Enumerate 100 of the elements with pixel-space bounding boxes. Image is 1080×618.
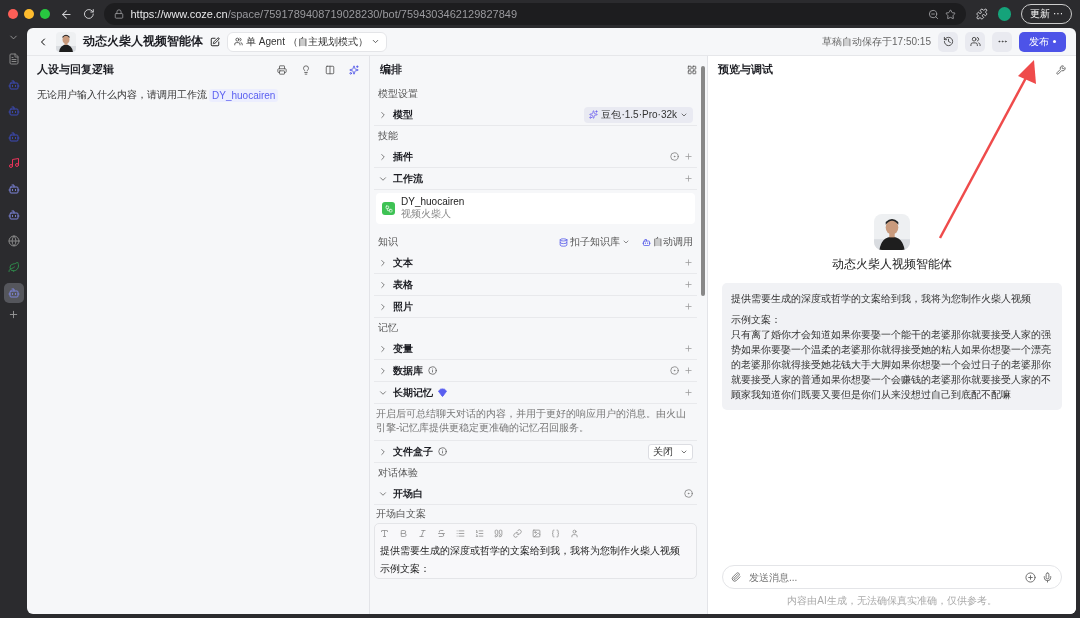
row-label: 模型: [393, 107, 413, 122]
add-icon[interactable]: [684, 366, 693, 375]
row-label: 插件: [393, 149, 413, 164]
section-row[interactable]: 文本: [374, 252, 697, 274]
expand-chevron-icon[interactable]: [378, 257, 388, 268]
row-label: 长期记忆: [393, 385, 433, 400]
workflow-description: 视频火柴人: [401, 207, 452, 221]
add-icon[interactable]: [684, 344, 693, 353]
section-title: 记忆: [378, 321, 398, 335]
add-icon[interactable]: [684, 280, 693, 289]
maximize-window-button[interactable]: [40, 9, 50, 19]
knowledge-source-select[interactable]: 扣子知识库: [559, 235, 630, 249]
workflow-icon: [382, 202, 395, 215]
message-input[interactable]: 发送消息...: [747, 570, 1019, 584]
dot-icon: [1053, 40, 1056, 44]
file-box-select[interactable]: 关闭: [648, 443, 693, 460]
auto-call-icon[interactable]: [684, 489, 693, 498]
profile-avatar[interactable]: [997, 7, 1012, 21]
expand-chevron-icon[interactable]: [378, 151, 388, 162]
format-icon[interactable]: [494, 528, 503, 538]
attach-icon[interactable]: [731, 572, 741, 582]
bookmark-star-icon[interactable]: [944, 8, 956, 20]
opening-text-editor[interactable]: 提供需要生成的深度或哲学的文案给到我，我将为您制作火柴人视频 示例文案：: [374, 523, 697, 579]
model-select[interactable]: 豆包·1.5·Pro·32k: [584, 106, 693, 123]
zoom-out-icon[interactable]: [927, 8, 939, 20]
expand-chevron-icon[interactable]: [378, 279, 388, 290]
auto-call-icon[interactable]: [670, 152, 679, 161]
publish-button[interactable]: 发布: [1019, 31, 1066, 52]
format-icon[interactable]: [418, 528, 427, 538]
section-row[interactable]: 数据库: [374, 360, 697, 382]
format-icon[interactable]: [380, 528, 389, 538]
expand-chevron-icon[interactable]: [378, 343, 388, 354]
close-window-button[interactable]: [8, 9, 18, 19]
print-icon[interactable]: [277, 65, 287, 75]
section-row[interactable]: 表格: [374, 274, 697, 296]
section-row[interactable]: 照片: [374, 296, 697, 318]
add-icon[interactable]: [684, 174, 693, 183]
panel-title: 人设与回复逻辑: [37, 63, 114, 77]
add-icon[interactable]: [684, 302, 693, 311]
message-text: 提供需要生成的深度或哲学的文案给到我，我将为您制作火柴人视频: [731, 292, 1032, 306]
expand-chevron-icon[interactable]: [378, 446, 388, 457]
section-row[interactable]: 变量: [374, 338, 697, 360]
expand-chevron-icon[interactable]: [378, 365, 388, 376]
add-icon[interactable]: [684, 258, 693, 267]
format-icon[interactable]: [475, 528, 484, 538]
bot-icon[interactable]: [3, 283, 24, 303]
section-row[interactable]: 模型 豆包·1.5·Pro·32k: [374, 104, 697, 126]
format-icon[interactable]: [437, 528, 446, 538]
scrollbar[interactable]: [701, 66, 705, 296]
row-label: 变量: [393, 341, 413, 356]
add-icon[interactable]: [684, 388, 693, 397]
section-row[interactable]: 长期记忆: [374, 382, 697, 404]
prompt-text: 无论用户输入什么内容，请调用工作流 DY_huocairen: [27, 84, 369, 106]
agent-icon: [234, 37, 243, 46]
more-button[interactable]: [992, 31, 1012, 52]
edit-icon[interactable]: [210, 36, 220, 47]
section-title: 对话体验: [378, 466, 418, 480]
minimize-window-button[interactable]: [24, 9, 34, 19]
chevron-down-icon: [622, 238, 630, 246]
format-icon[interactable]: [570, 528, 579, 538]
url-text: https://www.coze.cn/space/7591789408719028230/bot/7594303462129827849: [130, 8, 517, 20]
extensions-icon[interactable]: [975, 8, 988, 20]
sparkle-icon[interactable]: [349, 65, 359, 75]
split-view-icon[interactable]: [325, 65, 335, 75]
expand-chevron-icon[interactable]: [378, 301, 388, 312]
add-icon[interactable]: [1025, 571, 1036, 583]
section-title: 模型设置: [378, 87, 418, 101]
workflow-chip[interactable]: DY_huocairen: [209, 88, 279, 102]
address-bar[interactable]: https://www.coze.cn/space/7591789408719028230/bot/7594303462129827849: [104, 3, 966, 25]
history-button[interactable]: [938, 31, 958, 52]
expand-chevron-icon[interactable]: [378, 109, 388, 120]
section-row[interactable]: 开场白: [374, 483, 697, 505]
chevron-down-icon: [370, 37, 380, 46]
add-icon[interactable]: [684, 152, 693, 161]
format-icon[interactable]: [532, 528, 541, 538]
collaborators-button[interactable]: [965, 31, 985, 52]
wrench-icon[interactable]: [1056, 65, 1066, 75]
history-icon: [942, 36, 954, 47]
auto-call-icon[interactable]: [670, 366, 679, 375]
message-text: 示例文案：: [731, 313, 782, 327]
section-title: 技能: [378, 129, 398, 143]
format-icon[interactable]: [551, 528, 560, 538]
section-row[interactable]: 插件: [374, 146, 697, 168]
workflow-card[interactable]: DY_huocairen 视频火柴人: [376, 193, 695, 224]
format-icon[interactable]: [399, 528, 408, 538]
add-icon[interactable]: [8, 309, 19, 320]
section-row[interactable]: 工作流: [374, 168, 697, 190]
format-icon[interactable]: [513, 528, 522, 538]
format-icon[interactable]: [456, 528, 465, 538]
call-mode-setting[interactable]: 自动调用: [642, 235, 693, 249]
reload-icon[interactable]: [82, 8, 95, 20]
lightbulb-icon[interactable]: [301, 65, 311, 75]
lock-icon: [114, 9, 125, 19]
bot-name: 动态火柴人视频智能体: [832, 256, 952, 273]
microphone-icon[interactable]: [1042, 571, 1053, 583]
agent-mode-select[interactable]: 单 Agent （自主规划模式）: [227, 31, 387, 52]
bot-name: 动态火柴人视频智能体: [83, 33, 203, 50]
back-icon[interactable]: [60, 7, 73, 21]
grid-icon[interactable]: [687, 65, 697, 75]
section-row[interactable]: 文件盒子 关闭: [374, 441, 697, 463]
